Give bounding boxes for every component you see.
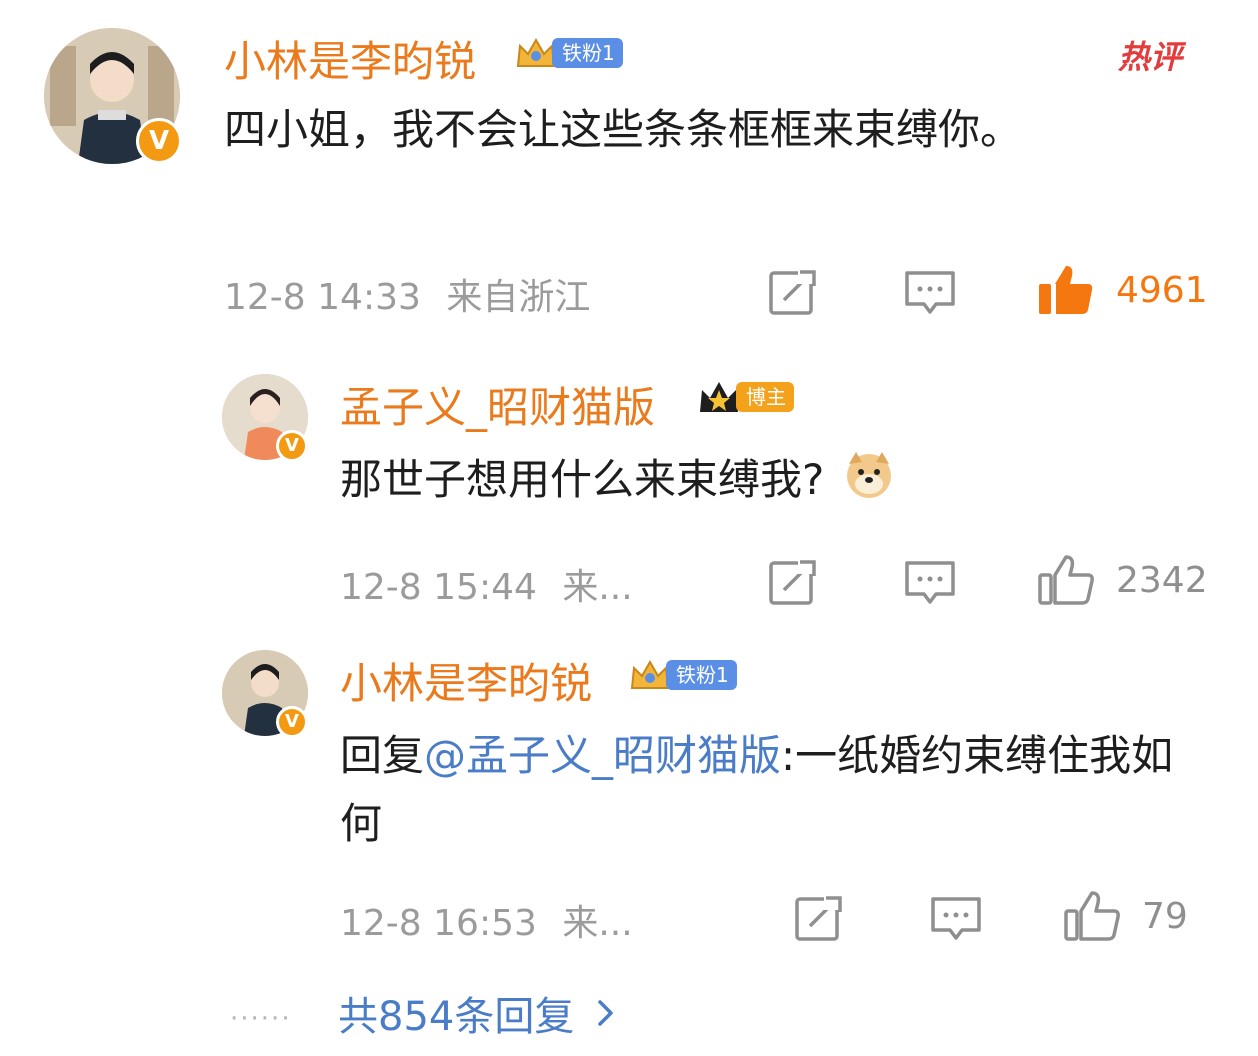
fan-badge-label: 铁粉1 [666, 660, 737, 690]
like-count: 4961 [1116, 269, 1208, 311]
fan-badge[interactable]: 铁粉1 [628, 658, 737, 692]
comment-time: 12-8 14:33 [224, 277, 421, 318]
mention-link[interactable]: @孟子义_昭财猫版 [424, 731, 781, 780]
like-button[interactable]: 79 [1062, 888, 1188, 944]
comment-author-name[interactable]: 小林是李昀锐 [224, 28, 476, 89]
like-icon [1038, 555, 1094, 605]
like-icon [1039, 266, 1093, 314]
repost-button[interactable] [768, 558, 818, 610]
reply-location: 来... [562, 567, 633, 608]
reply-author-name[interactable]: 小林是李昀锐 [340, 650, 592, 711]
chevron-right-icon [598, 1000, 614, 1026]
reply-text: 回复@孟子义_昭财猫版:一纸婚约束缚住我如何 [340, 722, 1200, 858]
reply-author-name[interactable]: 孟子义_昭财猫版 [340, 374, 655, 435]
comment-button[interactable] [904, 270, 956, 322]
reply-prefix: 回复 [340, 731, 425, 780]
like-count: 2342 [1116, 559, 1208, 601]
divider-dots: ······ [230, 1004, 292, 1034]
hot-comment-tag: 热评 [1118, 38, 1183, 76]
comment-icon [931, 897, 981, 940]
reply-text: 那世子想用什么来束缚我? [340, 446, 894, 514]
like-button[interactable]: 4961 [1036, 262, 1208, 318]
comment-icon [905, 561, 955, 604]
verified-icon: V [276, 430, 308, 462]
comment-button[interactable] [930, 896, 982, 948]
comment-meta: 12-8 14:33 来自浙江 [224, 268, 590, 320]
reply-time: 12-8 16:53 [340, 903, 537, 944]
host-badge[interactable]: 博主 [696, 378, 794, 416]
repost-icon [769, 268, 818, 315]
reply-time: 12-8 15:44 [340, 567, 537, 608]
fan-badge[interactable]: 铁粉1 [514, 36, 623, 70]
reply-meta: 12-8 15:44 来... [340, 558, 633, 610]
like-icon [1064, 891, 1120, 941]
comment-icon [905, 271, 955, 314]
verified-icon: V [136, 118, 182, 164]
more-replies-label: 共854条回复 [338, 994, 575, 1040]
reply-location: 来... [562, 903, 633, 944]
comment-text: 四小姐，我不会让这些条条框框来束缚你。 [224, 105, 1023, 154]
repost-icon [795, 894, 844, 941]
reply-text-content: 那世子想用什么来束缚我? [340, 455, 825, 504]
fan-badge-label: 铁粉1 [552, 38, 623, 68]
repost-icon [769, 558, 818, 605]
doge-emoji-icon [846, 452, 891, 498]
like-button[interactable]: 2342 [1036, 552, 1208, 608]
comment-location: 来自浙江 [446, 277, 591, 318]
comment-button[interactable] [904, 560, 956, 612]
more-replies-link[interactable]: 共854条回复 [338, 984, 618, 1042]
like-count: 79 [1142, 895, 1188, 937]
verified-icon: V [276, 706, 308, 738]
repost-button[interactable] [768, 268, 818, 320]
repost-button[interactable] [794, 894, 844, 946]
reply-meta: 12-8 16:53 来... [340, 894, 633, 946]
host-badge-label: 博主 [736, 382, 794, 412]
